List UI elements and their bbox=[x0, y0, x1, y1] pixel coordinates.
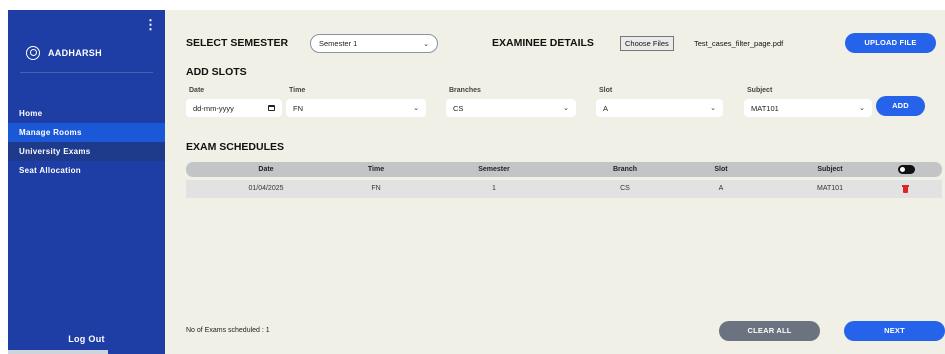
schedule-table-header: Date Time Semester Branch Slot Subject bbox=[186, 162, 942, 177]
chevron-down-icon: ⌄ bbox=[413, 105, 419, 112]
cell-slot: A bbox=[718, 185, 724, 192]
app-frame: ⋮ AADHARSH Home Manage Rooms University … bbox=[0, 0, 945, 354]
sidebar-item-seat-allocation[interactable]: Seat Allocation bbox=[8, 161, 165, 180]
user-profile: AADHARSH bbox=[26, 46, 102, 60]
cell-time: FN bbox=[371, 185, 381, 192]
semester-select[interactable]: Semester 1 ⌄ bbox=[310, 34, 438, 53]
table-row: 01/04/2025 FN 1 CS A MAT101 bbox=[186, 180, 942, 198]
column-header-slot: Slot bbox=[714, 166, 728, 173]
subject-select-value: MAT101 bbox=[751, 103, 779, 113]
sidebar-item-university-exams[interactable]: University Exams bbox=[8, 142, 165, 161]
header-row: SELECT SEMESTER Semester 1 ⌄ EXAMINEE DE… bbox=[186, 34, 945, 54]
selected-file-name: Test_cases_filter_page.pdf bbox=[694, 39, 784, 48]
time-select-value: FN bbox=[293, 103, 303, 113]
toggle-switch-icon[interactable] bbox=[898, 165, 915, 174]
sidebar-item-home[interactable]: Home bbox=[8, 104, 165, 123]
cell-subject: MAT101 bbox=[817, 185, 843, 192]
column-header-time: Time bbox=[367, 166, 385, 173]
date-placeholder: dd-mm-yyyy bbox=[193, 103, 234, 113]
clear-all-button[interactable]: CLEAR ALL bbox=[719, 321, 820, 341]
branches-select[interactable]: CS ⌄ bbox=[446, 99, 576, 117]
sidebar-divider bbox=[20, 72, 153, 73]
subject-label: Subject bbox=[747, 87, 773, 94]
column-header-subject: Subject bbox=[817, 166, 843, 173]
next-button[interactable]: NEXT bbox=[844, 321, 945, 341]
subject-select[interactable]: MAT101 ⌄ bbox=[744, 99, 872, 117]
cell-date: 01/04/2025 bbox=[248, 185, 284, 192]
exam-schedules-title: EXAM SCHEDULES bbox=[186, 141, 285, 153]
branches-label: Branches bbox=[449, 87, 481, 94]
chevron-down-icon: ⌄ bbox=[710, 105, 716, 112]
time-select[interactable]: FN ⌄ bbox=[286, 99, 426, 117]
add-slots-title: ADD SLOTS bbox=[186, 66, 247, 78]
calendar-icon[interactable] bbox=[268, 105, 275, 111]
time-label: Time bbox=[289, 87, 306, 94]
chevron-down-icon: ⌄ bbox=[859, 105, 865, 112]
choose-files-button[interactable]: Choose Files bbox=[620, 36, 674, 51]
branches-select-value: CS bbox=[453, 103, 464, 113]
sidebar-item-manage-rooms[interactable]: Manage Rooms bbox=[8, 123, 165, 142]
column-header-semester: Semester bbox=[478, 166, 510, 173]
slot-select[interactable]: A ⌄ bbox=[596, 99, 723, 117]
status-strip bbox=[8, 350, 108, 354]
select-semester-label: SELECT SEMESTER bbox=[186, 37, 289, 49]
upload-file-button[interactable]: UPLOAD FILE bbox=[845, 33, 936, 53]
add-slot-button[interactable]: ADD bbox=[876, 96, 925, 116]
semester-select-value: Semester 1 bbox=[319, 39, 358, 48]
slot-label: Slot bbox=[599, 87, 613, 94]
cell-semester: 1 bbox=[492, 185, 496, 192]
user-circle-icon bbox=[26, 46, 40, 60]
trash-icon[interactable] bbox=[902, 185, 909, 194]
kebab-menu-icon[interactable]: ⋮ bbox=[144, 18, 157, 31]
date-label: Date bbox=[189, 87, 205, 94]
sidebar: ⋮ AADHARSH Home Manage Rooms University … bbox=[8, 10, 165, 354]
slot-select-value: A bbox=[603, 103, 609, 113]
column-header-date: Date bbox=[258, 166, 274, 173]
chevron-down-icon: ⌄ bbox=[423, 40, 429, 48]
user-name: AADHARSH bbox=[48, 48, 102, 58]
sidebar-nav: Home Manage Rooms University Exams Seat … bbox=[8, 104, 165, 180]
exam-count-text: No of Exams scheduled : 1 bbox=[186, 327, 270, 334]
main-panel: SELECT SEMESTER Semester 1 ⌄ EXAMINEE DE… bbox=[165, 10, 945, 354]
logout-button[interactable]: Log Out bbox=[8, 334, 165, 344]
date-input[interactable]: dd-mm-yyyy bbox=[186, 99, 282, 117]
examinee-details-label: EXAMINEE DETAILS bbox=[492, 37, 594, 49]
chevron-down-icon: ⌄ bbox=[563, 105, 569, 112]
